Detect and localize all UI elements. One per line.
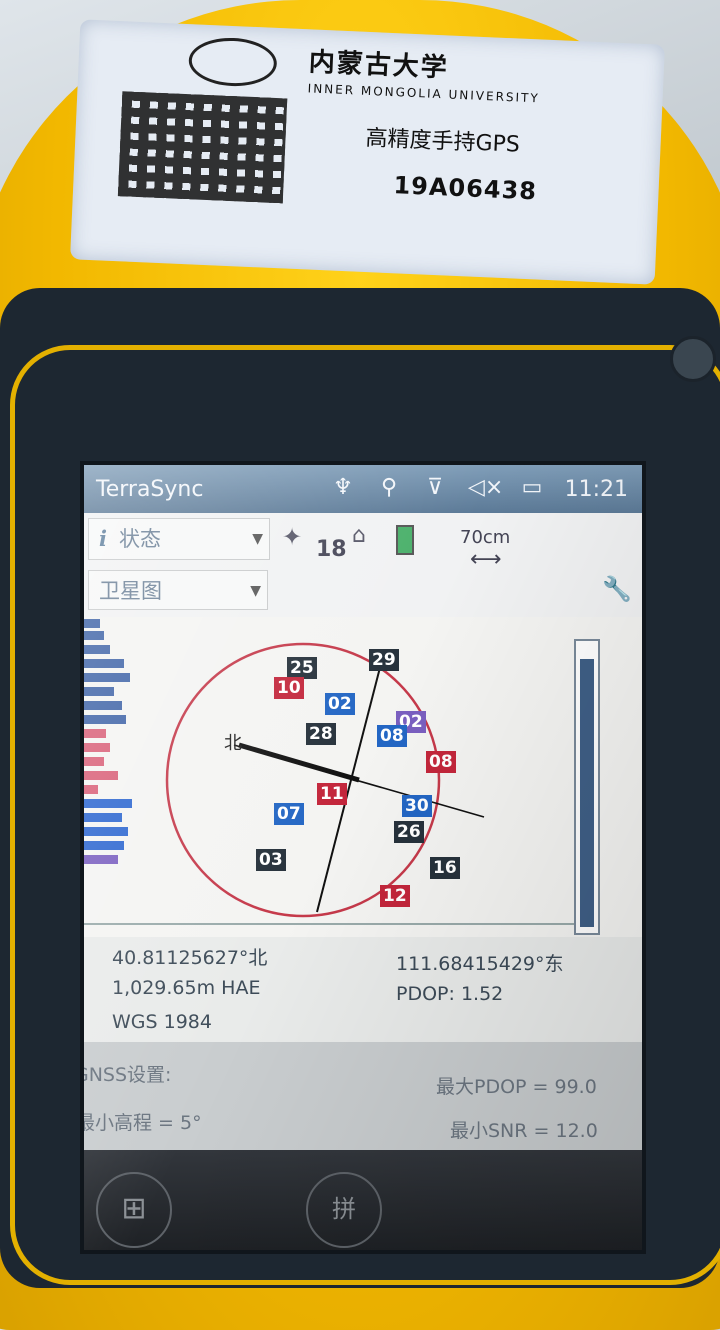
gnss-settings-panel[interactable]: GNSS设置: 最大PDOP = 99.0 最小高程 = 5° 最小SNR = … bbox=[84, 1042, 642, 1150]
mute-icon[interactable]: ◁× bbox=[468, 475, 503, 501]
no-signal-icon[interactable]: ⊽ bbox=[422, 475, 448, 501]
satellite-label[interactable]: 30 bbox=[402, 795, 432, 817]
wrench-icon[interactable]: 🔧 bbox=[602, 575, 632, 603]
section-dropdown-label: 状态 bbox=[118, 527, 161, 551]
signal-level-fill bbox=[580, 659, 594, 927]
max-pdop: 最大PDOP = 99.0 bbox=[436, 1076, 597, 1098]
satellite-label[interactable]: 25 bbox=[287, 657, 317, 679]
north-label: 北 bbox=[224, 733, 242, 754]
pdop: PDOP: 1.52 bbox=[396, 983, 504, 1005]
battery-icon[interactable]: ▭ bbox=[514, 475, 550, 501]
min-snr: 最小SNR = 12.0 bbox=[450, 1120, 598, 1142]
sticker-title: 高精度手持GPS bbox=[365, 125, 521, 158]
satellite-label[interactable]: 10 bbox=[274, 677, 304, 699]
power-button[interactable] bbox=[670, 336, 716, 382]
skyplot-panel: 北 25 10 29 02 02 08 28 08 11 07 30 26 03… bbox=[84, 617, 642, 937]
satellite-label[interactable]: 28 bbox=[306, 723, 336, 745]
skyplot-chart bbox=[165, 642, 485, 918]
latitude: 40.81125627°北 bbox=[112, 947, 268, 969]
title-bar: TerraSync ♆ ⚲ ⊽ ◁× ▭ 11:21 bbox=[84, 465, 642, 513]
satellite-label[interactable]: 26 bbox=[394, 821, 424, 843]
device-screen: TerraSync ♆ ⚲ ⊽ ◁× ▭ 11:21 i 状态 ▼ ✦ 18 ⌂ … bbox=[84, 465, 642, 1250]
satellite-label[interactable]: 02 bbox=[325, 693, 355, 715]
gnss-settings-title: GNSS设置: bbox=[84, 1064, 172, 1086]
asset-code: 19A06438 bbox=[392, 171, 538, 206]
axis-line bbox=[316, 651, 385, 913]
gps-antenna-icon: ♆ bbox=[333, 475, 353, 500]
satellite-label[interactable]: 16 bbox=[430, 857, 460, 879]
receiver-icon: ⌂ bbox=[352, 523, 366, 548]
satellite-label[interactable]: 07 bbox=[274, 803, 304, 825]
university-name-cn: 内蒙古大学 bbox=[308, 47, 450, 84]
asset-sticker: 内蒙古大学 INNER MONGOLIA UNIVERSITY 高精度手持GPS… bbox=[70, 19, 665, 285]
satellite-label[interactable]: 08 bbox=[426, 751, 456, 773]
datum: WGS 1984 bbox=[112, 1011, 212, 1033]
university-seal-logo bbox=[187, 36, 278, 88]
longitude: 111.68415429°东 bbox=[396, 953, 564, 975]
satellite-dish-icon: ⚲ bbox=[380, 475, 398, 500]
satellite-icon: ✦ bbox=[282, 523, 303, 551]
view-dropdown-label: 卫星图 bbox=[99, 579, 162, 603]
windows-start-icon[interactable]: ⊞ bbox=[96, 1172, 172, 1248]
app-title: TerraSync bbox=[96, 477, 204, 502]
input-method-button[interactable]: 拼 bbox=[306, 1172, 382, 1248]
view-toolbar: 卫星图 ▼ 🔧 bbox=[84, 565, 642, 618]
university-name-en: INNER MONGOLIA UNIVERSITY bbox=[307, 81, 541, 106]
min-elevation: 最小高程 = 5° bbox=[84, 1112, 202, 1134]
view-dropdown[interactable]: 卫星图 ▼ bbox=[88, 570, 268, 610]
accuracy-value: 70cm bbox=[460, 527, 511, 548]
qr-code bbox=[117, 91, 288, 204]
taskbar: ⊞ 拼 bbox=[84, 1150, 642, 1250]
chevron-down-icon: ▼ bbox=[252, 531, 263, 547]
signal-level-meter[interactable] bbox=[574, 639, 600, 935]
chevron-down-icon: ▼ bbox=[250, 583, 261, 599]
position-panel: 40.81125627°北 111.68415429°东 1,029.65m H… bbox=[84, 937, 642, 1042]
info-icon: i bbox=[99, 526, 107, 551]
clock[interactable]: 11:21 bbox=[565, 477, 628, 502]
satellite-label[interactable]: 03 bbox=[256, 849, 286, 871]
satellite-label[interactable]: 11 bbox=[317, 783, 347, 805]
receiver-battery-icon bbox=[396, 525, 414, 555]
satellites-in-use: 18 bbox=[316, 537, 347, 562]
section-dropdown[interactable]: i 状态 ▼ bbox=[88, 518, 270, 560]
satellite-label[interactable]: 08 bbox=[377, 725, 407, 747]
heading-needle bbox=[238, 742, 360, 783]
satellite-label[interactable]: 12 bbox=[380, 885, 410, 907]
satellite-label[interactable]: 29 bbox=[369, 649, 399, 671]
altitude: 1,029.65m HAE bbox=[112, 977, 261, 999]
status-toolbar: i 状态 ▼ ✦ 18 ⌂ 70cm ⟷ bbox=[84, 513, 642, 572]
